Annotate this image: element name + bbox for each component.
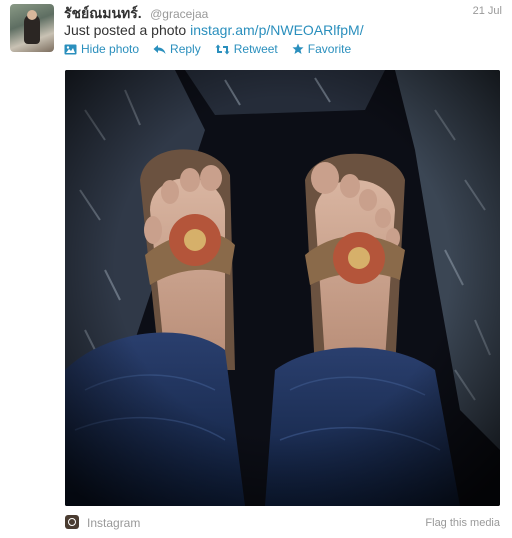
reply-icon	[153, 44, 166, 55]
hide-photo-button[interactable]: Hide photo	[64, 42, 139, 56]
avatar-head	[27, 10, 37, 20]
photo-illustration	[65, 70, 500, 506]
tweet-text: Just posted a photo instagr.am/p/NWEOARl…	[64, 22, 364, 38]
tweet-text-prefix: Just posted a photo	[64, 22, 191, 38]
avatar[interactable]	[10, 4, 54, 52]
tweet-date[interactable]: 21 Jul	[473, 5, 502, 17]
favorite-label: Favorite	[307, 42, 352, 56]
favorite-button[interactable]: Favorite	[292, 42, 351, 56]
tweet-photo[interactable]	[65, 70, 500, 506]
tweet-link[interactable]: instagr.am/p/NWEOARlfpM/	[190, 22, 364, 38]
star-icon	[292, 43, 304, 55]
tweet-actions: Hide photo Reply Retweet Favorite	[64, 42, 351, 56]
retweet-icon	[215, 44, 230, 55]
media-footer: Instagram Flag this media	[65, 512, 500, 532]
tweet-header: รัชย์ณมนทร์. @gracejaa 21 Jul	[64, 3, 502, 23]
retweet-button[interactable]: Retweet	[215, 42, 278, 56]
reply-label: Reply	[170, 42, 201, 56]
retweet-label: Retweet	[233, 42, 278, 56]
user-handle[interactable]: @gracejaa	[150, 7, 208, 21]
display-name[interactable]: รัชย์ณมนทร์.	[64, 5, 142, 21]
instagram-icon	[65, 515, 79, 529]
photo-icon	[64, 44, 77, 55]
instagram-source-link[interactable]: Instagram	[87, 516, 140, 530]
reply-button[interactable]: Reply	[153, 42, 201, 56]
hide-photo-label: Hide photo	[81, 42, 140, 56]
flag-media-link[interactable]: Flag this media	[425, 517, 500, 529]
